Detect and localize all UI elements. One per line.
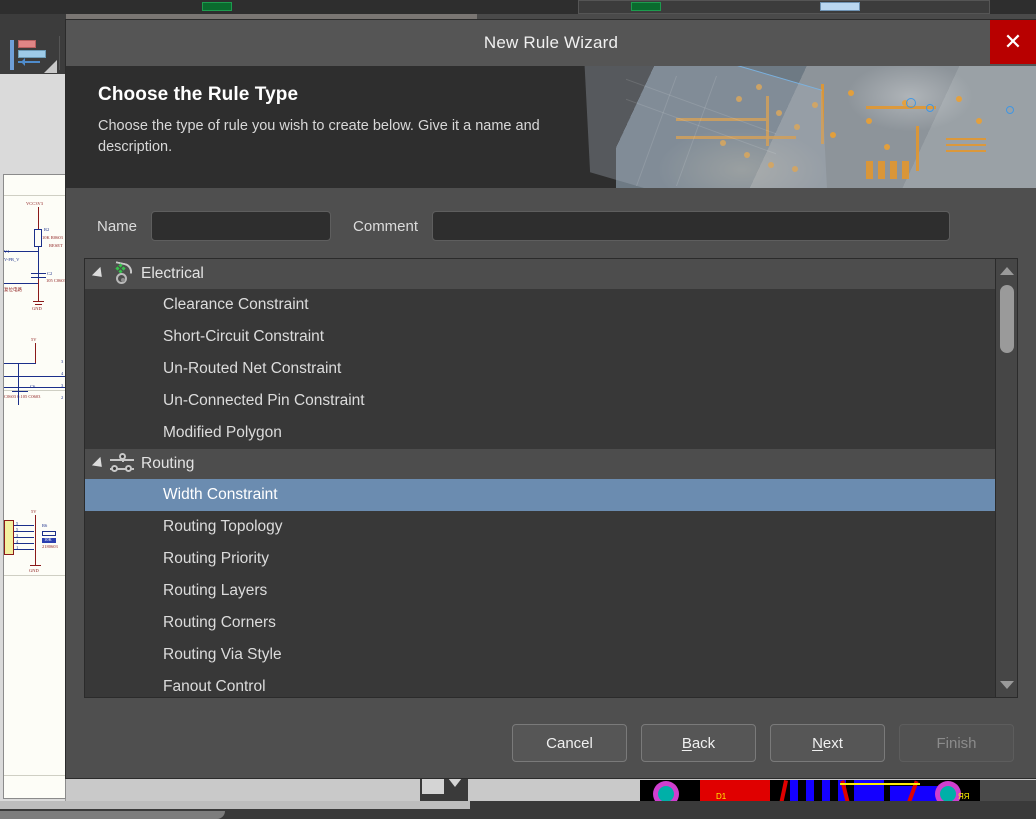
toolbar-chip-icon-1[interactable] xyxy=(202,2,232,11)
banner-text-block: Choose the Rule Type Choose the type of … xyxy=(98,84,598,158)
back-label-rest: ack xyxy=(692,735,715,752)
tree-item-fanout-control[interactable]: Fanout Control xyxy=(85,671,995,697)
tree-scroll-area: Electrical Clearance Constraint Short-Ci… xyxy=(85,259,995,697)
name-label: Name xyxy=(97,218,137,235)
banner-heading: Choose the Rule Type xyxy=(98,84,598,106)
tree-group-label: Electrical xyxy=(141,265,212,283)
back-accel: B xyxy=(682,735,692,752)
schematic-sheet: VCC3V3 R2 10K R0603 RESET V1 V-PB_V C2 1… xyxy=(3,174,66,799)
panel-resize-corner[interactable] xyxy=(44,60,57,73)
tree-item-un-connected-pin-constraint[interactable]: Un-Connected Pin Constraint xyxy=(85,385,995,417)
app-status-bar xyxy=(0,801,1036,819)
back-button[interactable]: Back xyxy=(641,724,756,762)
tree-item-short-circuit-constraint[interactable]: Short-Circuit Constraint xyxy=(85,321,995,353)
expand-collapse-icon[interactable] xyxy=(92,267,106,281)
chevron-down-icon[interactable] xyxy=(448,778,462,787)
left-panel-toolbar xyxy=(0,14,66,74)
tree-group-label: Routing xyxy=(141,455,202,473)
routing-rule-icon xyxy=(109,453,135,475)
tree-item-clearance-constraint[interactable]: Clearance Constraint xyxy=(85,289,995,321)
tree-group-electrical[interactable]: Electrical xyxy=(85,259,995,289)
tree-item-modified-polygon[interactable]: Modified Polygon xyxy=(85,417,995,449)
dialog-body: Name Comment Elect xyxy=(66,188,1036,708)
electrical-rule-icon xyxy=(109,263,135,285)
pcb-banner-image xyxy=(616,66,1036,188)
tree-item-width-constraint[interactable]: Width Constraint xyxy=(85,479,995,511)
dialog-title-bar[interactable]: New Rule Wizard ✕ xyxy=(66,20,1036,66)
fields-row: Name Comment xyxy=(84,206,1018,246)
new-rule-wizard-dialog: New Rule Wizard ✕ xyxy=(66,20,1036,778)
name-input[interactable] xyxy=(151,211,331,241)
scroll-up-icon[interactable] xyxy=(996,261,1018,281)
banner-description: Choose the type of rule you wish to crea… xyxy=(98,116,598,158)
tree-item-routing-corners[interactable]: Routing Corners xyxy=(85,607,995,639)
dialog-title: New Rule Wizard xyxy=(66,33,1036,53)
tree-vertical-scrollbar[interactable] xyxy=(995,259,1017,697)
dialog-footer: Cancel Back Next Finish xyxy=(66,708,1036,778)
toolbar-light-icon[interactable] xyxy=(820,2,860,11)
scrollbar-thumb[interactable] xyxy=(1000,285,1014,353)
expand-collapse-icon[interactable] xyxy=(92,457,106,471)
comment-input[interactable] xyxy=(432,211,950,241)
horizontal-scrollbar[interactable] xyxy=(0,801,470,809)
dialog-banner: Choose the Rule Type Choose the type of … xyxy=(66,66,1036,188)
tree-item-un-routed-net-constraint[interactable]: Un-Routed Net Constraint xyxy=(85,353,995,385)
close-icon[interactable]: ✕ xyxy=(990,20,1036,64)
toolbar-chip-icon-2[interactable] xyxy=(631,2,661,11)
tree-item-routing-layers[interactable]: Routing Layers xyxy=(85,575,995,607)
cancel-button[interactable]: Cancel xyxy=(512,724,627,762)
app-toolbar xyxy=(0,0,1036,14)
tree-item-routing-via-style[interactable]: Routing Via Style xyxy=(85,639,995,671)
status-bar-segment xyxy=(0,811,210,819)
tree-item-routing-priority[interactable]: Routing Priority xyxy=(85,543,995,575)
rule-type-tree[interactable]: Electrical Clearance Constraint Short-Ci… xyxy=(84,258,1018,698)
schematic-canvas[interactable]: VCC3V3 R2 10K R0603 RESET V1 V-PB_V C2 1… xyxy=(0,74,66,801)
next-label-rest: ext xyxy=(823,735,843,752)
tree-item-routing-topology[interactable]: Routing Topology xyxy=(85,511,995,543)
toolbar-divider xyxy=(59,36,60,70)
next-button[interactable]: Next xyxy=(770,724,885,762)
scroll-down-icon[interactable] xyxy=(996,675,1018,695)
comment-label: Comment xyxy=(353,218,418,235)
tree-group-routing[interactable]: Routing xyxy=(85,449,995,479)
next-accel: N xyxy=(812,735,823,752)
finish-button: Finish xyxy=(899,724,1014,762)
status-bar-corner xyxy=(210,811,225,819)
